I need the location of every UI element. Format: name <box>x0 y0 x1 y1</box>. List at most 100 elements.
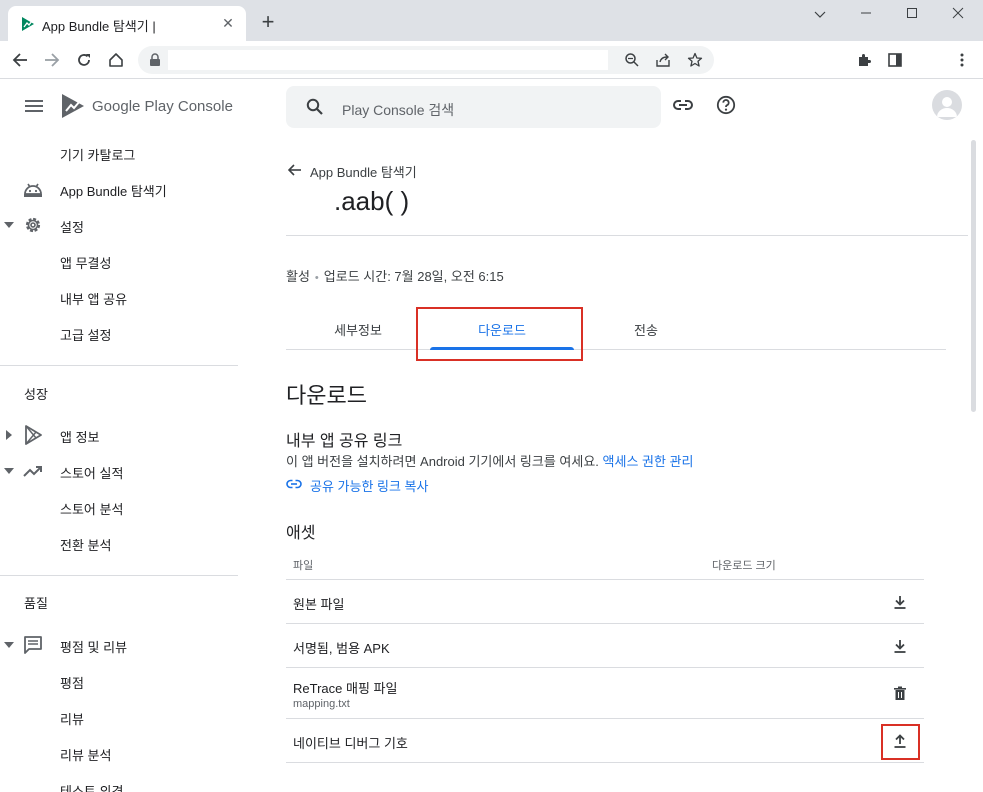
arrow-back-icon <box>288 164 301 176</box>
help-icon[interactable] <box>716 95 736 115</box>
share-icon[interactable] <box>655 52 671 68</box>
copy-link-label: 공유 가능한 링크 복사 <box>310 479 429 494</box>
upload-time: 업로드 시간: 7월 28일, 오전 6:15 <box>323 269 504 284</box>
bookmark-star-icon[interactable] <box>687 52 703 68</box>
sidebar-item-store-performance[interactable]: 스토어 실적 <box>0 453 238 489</box>
gear-icon <box>25 217 41 233</box>
new-tab-button[interactable]: + <box>258 11 278 33</box>
hamburger-menu-icon[interactable] <box>25 99 43 113</box>
sidebar-item-label: App Bundle 탐색기 <box>60 184 167 199</box>
sidebar-item-review-analysis[interactable]: 리뷰 분석 <box>0 735 238 771</box>
zoom-icon[interactable] <box>624 52 640 68</box>
row-file-name: 네이티브 디버그 기호 <box>293 736 408 751</box>
sidebar-item-label: 설정 <box>60 220 84 235</box>
account-avatar[interactable] <box>932 90 962 120</box>
table-row: ReTrace 매핑 파일 mapping.txt <box>286 668 924 719</box>
main-content: App Bundle 탐색기 .aab( ) 활성 • 업로드 시간: 7월 28일… <box>238 128 983 792</box>
manage-access-link[interactable]: 액세스 권한 관리 <box>603 454 694 469</box>
download-icon[interactable] <box>890 636 910 656</box>
page-scrollbar[interactable] <box>971 140 976 412</box>
content-tabs: 세부정보 다운로드 전송 <box>286 314 946 350</box>
browser-tab[interactable]: App Bundle 탐색기 | ✕ <box>8 6 246 41</box>
sidebar-item-label: 앱 정보 <box>60 430 100 445</box>
play-console-logo-icon[interactable] <box>60 93 86 119</box>
forward-arrow-icon[interactable] <box>41 49 63 71</box>
person-icon <box>937 97 957 117</box>
share-description: 이 앱 버전을 설치하려면 Android 기기에서 링크를 여세요. 액세스 … <box>286 451 693 470</box>
sidebar-item-label: 전환 분석 <box>60 538 112 553</box>
caret-right-icon[interactable] <box>4 430 14 440</box>
sidebar-section-quality: 품질 <box>24 596 48 611</box>
table-row: 네이티브 디버그 기호 <box>286 719 924 763</box>
close-window-icon[interactable] <box>944 4 972 26</box>
sidebar-header: Google Play Console <box>0 79 238 135</box>
sidebar-section-growth: 성장 <box>24 387 48 402</box>
table-row: 원본 파일 <box>286 580 924 624</box>
sidebar-item-ratings-reviews[interactable]: 평점 및 리뷰 <box>0 627 238 663</box>
back-arrow-icon[interactable] <box>9 49 31 71</box>
sidebar-item-device-catalog[interactable]: 기기 카탈로그 <box>0 135 238 171</box>
search-bar[interactable]: Play Console 검색 <box>286 86 661 128</box>
trending-up-icon <box>23 466 42 477</box>
download-tab-highlight <box>416 307 583 361</box>
sidebar-item-label: 스토어 실적 <box>60 466 124 481</box>
browser-toolbar <box>0 41 983 79</box>
sidebar-divider <box>0 365 238 366</box>
sidebar-item-ratings[interactable]: 평점 <box>0 663 238 699</box>
download-icon[interactable] <box>890 592 910 612</box>
search-placeholder: Play Console 검색 <box>342 102 455 118</box>
sidebar-item-label: 기기 카탈로그 <box>60 148 136 163</box>
maximize-window-icon[interactable] <box>898 4 926 26</box>
share-link-heading: 내부 앱 공유 링크 <box>286 433 403 450</box>
back-label: App Bundle 탐색기 <box>310 165 417 180</box>
tab-delivery[interactable]: 전송 <box>574 314 718 350</box>
link-icon <box>286 479 302 489</box>
url-field[interactable] <box>168 50 608 70</box>
tab-search-chevron-icon[interactable] <box>806 4 834 26</box>
link-icon[interactable] <box>672 96 694 114</box>
side-panel-icon[interactable] <box>884 49 906 71</box>
tab-label: 전송 <box>634 323 658 338</box>
sidebar-item-label: 평점 및 리뷰 <box>60 640 128 655</box>
sidebar-item-app-bundle-explorer[interactable]: App Bundle 탐색기 <box>0 171 238 207</box>
sidebar-item-label: 평점 <box>60 676 84 691</box>
sidebar-item-test-feedback[interactable]: 테스트 의견 <box>0 771 238 792</box>
sidebar-item-label: 리뷰 분석 <box>60 748 112 763</box>
assets-table: 파일 다운로드 크기 원본 파일 서명됨, 범용 APK ReTrace 매핑 … <box>286 548 924 763</box>
download-heading: 다운로드 <box>286 383 367 408</box>
sidebar-item-advanced-settings[interactable]: 고급 설정 <box>0 315 238 351</box>
review-comment-icon <box>24 636 42 654</box>
address-bar[interactable] <box>138 46 714 74</box>
minimize-window-icon[interactable] <box>852 4 880 26</box>
tab-title: App Bundle 탐색기 | <box>42 19 156 34</box>
caret-down-icon[interactable] <box>4 466 14 476</box>
header-divider <box>286 235 968 236</box>
extensions-puzzle-icon[interactable] <box>853 49 875 71</box>
tab-close-icon[interactable]: ✕ <box>220 15 236 31</box>
sidebar-divider <box>0 575 238 576</box>
brand-name[interactable]: Google Play Console <box>92 98 233 115</box>
caret-down-icon[interactable] <box>4 640 14 650</box>
sidebar-item-app-integrity[interactable]: 앱 무결성 <box>0 243 238 279</box>
row-file-name: 서명됨, 범용 APK <box>293 641 390 656</box>
play-console-favicon-icon <box>22 17 34 31</box>
browser-menu-icon[interactable] <box>951 49 973 71</box>
sidebar-item-settings[interactable]: 설정 <box>0 207 238 243</box>
column-header-download-size: 다운로드 크기 <box>712 560 776 572</box>
sidebar-item-label: 리뷰 <box>60 712 84 727</box>
tab-details[interactable]: 세부정보 <box>286 314 430 350</box>
sidebar-item-app-info[interactable]: 앱 정보 <box>0 417 238 453</box>
home-icon[interactable] <box>105 49 127 71</box>
sidebar-item-store-analysis[interactable]: 스토어 분석 <box>0 489 238 525</box>
table-header: 파일 다운로드 크기 <box>286 548 924 580</box>
delete-trash-icon[interactable] <box>890 683 910 703</box>
column-header-file: 파일 <box>293 560 314 572</box>
caret-down-icon[interactable] <box>4 220 14 230</box>
share-description-text: 이 앱 버전을 설치하려면 Android 기기에서 링크를 여세요. <box>286 454 599 469</box>
reload-icon[interactable] <box>73 49 95 71</box>
sidebar-item-label: 스토어 분석 <box>60 502 124 517</box>
sidebar-item-label: 고급 설정 <box>60 328 112 343</box>
sidebar-item-internal-app-sharing[interactable]: 내부 앱 공유 <box>0 279 238 315</box>
sidebar-item-reviews[interactable]: 리뷰 <box>0 699 238 735</box>
sidebar-item-conversion-analysis[interactable]: 전환 분석 <box>0 525 238 561</box>
